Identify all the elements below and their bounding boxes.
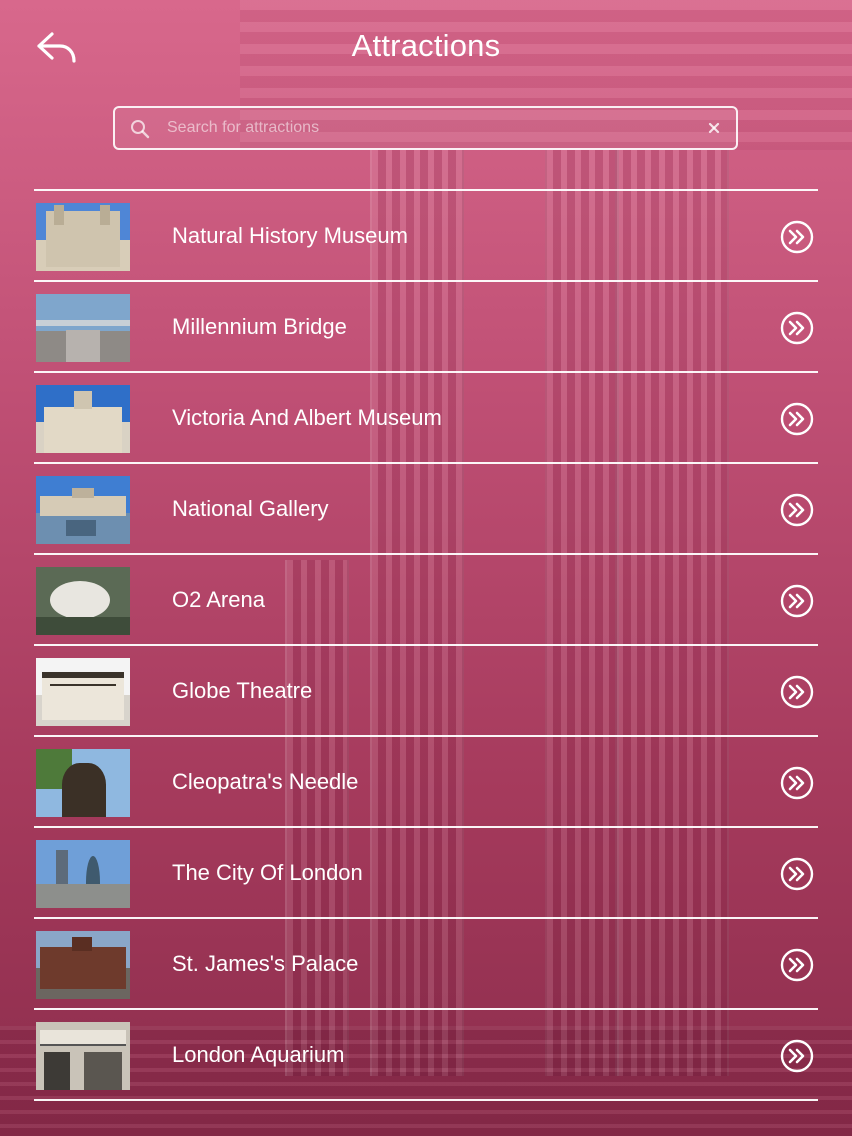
attraction-name: Globe Theatre	[172, 678, 313, 703]
list-item-st-jamess-palace[interactable]: St. James's Palace	[34, 919, 818, 1010]
attraction-thumbnail	[36, 567, 130, 635]
search-input[interactable]	[167, 108, 687, 148]
attraction-thumbnail	[36, 840, 130, 908]
attractions-list: Natural History Museum Millennium Bridge…	[34, 189, 818, 1101]
chevron-double-right-icon[interactable]	[780, 766, 814, 800]
attraction-name: St. James's Palace	[172, 951, 359, 976]
chevron-double-right-icon[interactable]	[780, 1039, 814, 1073]
page-title: Attractions	[351, 28, 501, 63]
list-item-national-gallery[interactable]: National Gallery	[34, 464, 818, 555]
attraction-name: London Aquarium	[172, 1042, 345, 1067]
attraction-thumbnail	[36, 476, 130, 544]
attraction-thumbnail	[36, 931, 130, 999]
attraction-thumbnail	[36, 749, 130, 817]
chevron-double-right-icon[interactable]	[780, 675, 814, 709]
header-bar: Attractions	[0, 0, 852, 96]
list-item-victoria-and-albert-museum[interactable]: Victoria And Albert Museum	[34, 373, 818, 464]
chevron-double-right-icon[interactable]	[780, 857, 814, 891]
attraction-thumbnail	[36, 1022, 130, 1090]
attraction-thumbnail	[36, 294, 130, 362]
attraction-name: National Gallery	[172, 496, 329, 521]
chevron-double-right-icon[interactable]	[780, 493, 814, 527]
chevron-double-right-icon[interactable]	[780, 948, 814, 982]
attraction-name: Cleopatra's Needle	[172, 769, 359, 794]
attraction-name: Millennium Bridge	[172, 314, 347, 339]
list-item-cleopatras-needle[interactable]: Cleopatra's Needle	[34, 737, 818, 828]
attraction-thumbnail	[36, 203, 130, 271]
attraction-name: The City Of London	[172, 860, 363, 885]
list-item-the-city-of-london[interactable]: The City Of London	[34, 828, 818, 919]
attraction-name: Natural History Museum	[172, 223, 408, 248]
search-bar[interactable]	[113, 106, 738, 150]
chevron-double-right-icon[interactable]	[780, 220, 814, 254]
attraction-thumbnail	[36, 658, 130, 726]
chevron-double-right-icon[interactable]	[780, 402, 814, 436]
list-item-natural-history-museum[interactable]: Natural History Museum	[34, 191, 818, 282]
list-item-o2-arena[interactable]: O2 Arena	[34, 555, 818, 646]
list-item-globe-theatre[interactable]: Globe Theatre	[34, 646, 818, 737]
attraction-name: Victoria And Albert Museum	[172, 405, 442, 430]
search-icon	[131, 120, 150, 139]
clear-icon[interactable]	[704, 118, 724, 138]
attraction-name: O2 Arena	[172, 587, 265, 612]
list-item-london-aquarium[interactable]: London Aquarium	[34, 1010, 818, 1101]
attraction-thumbnail	[36, 385, 130, 453]
chevron-double-right-icon[interactable]	[780, 584, 814, 618]
chevron-double-right-icon[interactable]	[780, 311, 814, 345]
list-item-millennium-bridge[interactable]: Millennium Bridge	[34, 282, 818, 373]
